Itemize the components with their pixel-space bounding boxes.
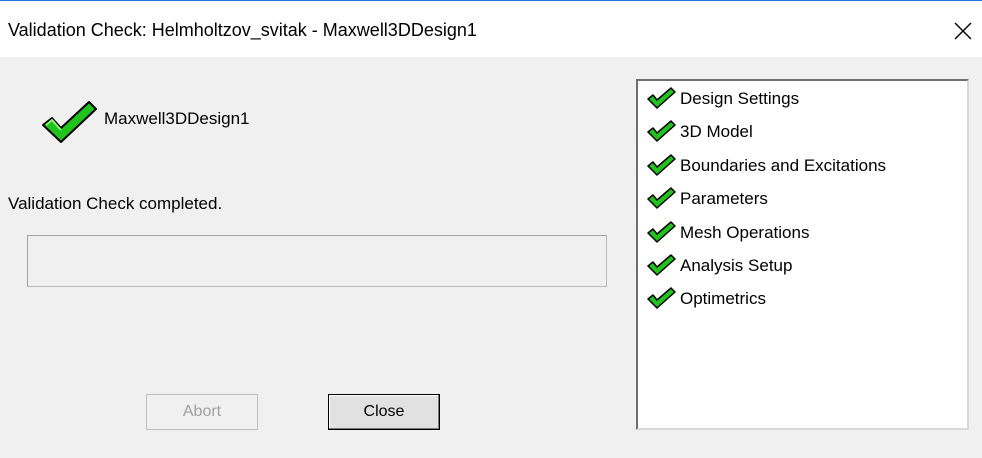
- checklist-item-label: Parameters: [680, 189, 768, 209]
- checklist-item: Analysis Setup: [642, 250, 962, 283]
- checklist-item-label: Mesh Operations: [680, 222, 810, 242]
- checklist-item: Boundaries and Excitations: [642, 150, 962, 183]
- abort-button[interactable]: Abort: [146, 394, 258, 430]
- checklist-item-label: 3D Model: [680, 122, 753, 142]
- green-checkmark-icon: [42, 101, 97, 143]
- checklist-item-label: Boundaries and Excitations: [680, 155, 887, 175]
- checklist-item: Optimetrics: [642, 283, 962, 316]
- status-message: Validation Check completed.: [8, 194, 223, 213]
- checklist-item-label: Design Settings: [680, 89, 800, 108]
- green-checkmark-icon: [647, 220, 676, 243]
- design-name-label: Maxwell3DDesign1: [104, 109, 250, 128]
- green-checkmark-icon: [647, 254, 676, 276]
- close-button[interactable]: Close: [328, 394, 440, 430]
- progress-bar: [27, 235, 607, 287]
- validation-checklist: Design Settings 3D Model Boundaries and Ex…: [636, 79, 969, 430]
- checklist-item-label: Analysis Setup: [680, 256, 793, 275]
- green-checkmark-icon: [647, 120, 676, 143]
- validation-check-dialog: Validation Check: Helmholtzov_svitak - M…: [0, 0, 982, 458]
- close-x-icon[interactable]: [954, 22, 972, 40]
- green-checkmark-icon: [647, 87, 676, 109]
- green-checkmark-icon: [647, 154, 676, 176]
- green-checkmark-icon: [647, 287, 676, 310]
- green-checkmark-icon: [647, 187, 676, 209]
- dialog-body: Maxwell3DDesign1 Validation Check comple…: [0, 57, 982, 458]
- title-bar[interactable]: Validation Check: Helmholtzov_svitak - M…: [0, 1, 982, 57]
- checklist-item: 3D Model: [642, 116, 962, 149]
- checklist-item: Design Settings: [642, 83, 962, 116]
- checklist-item: Parameters: [642, 183, 962, 216]
- checklist-item: Mesh Operations: [642, 217, 962, 250]
- dialog-title: Validation Check: Helmholtzov_svitak - M…: [8, 20, 477, 40]
- checklist-item-label: Optimetrics: [680, 289, 766, 309]
